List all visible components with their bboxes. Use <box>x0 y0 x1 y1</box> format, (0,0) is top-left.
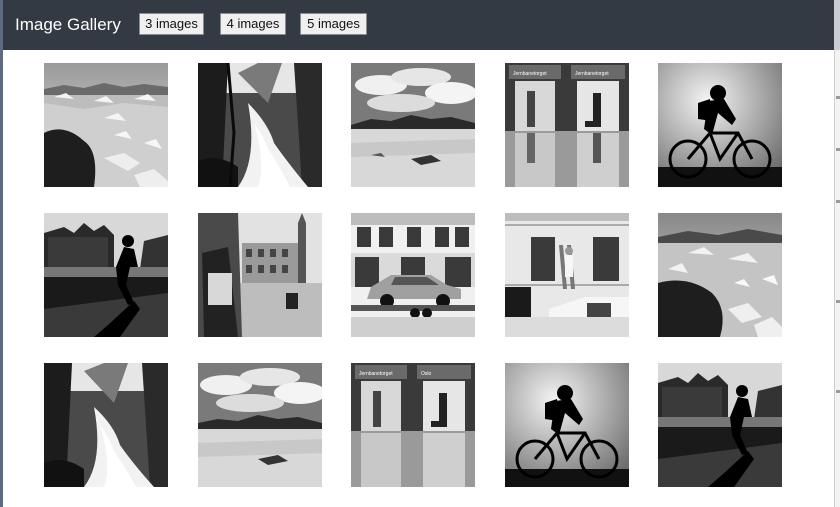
gallery-header: Image Gallery 3 images 4 images 5 images <box>3 0 834 50</box>
scroll-marker <box>836 390 840 393</box>
gallery-image-classic-car[interactable] <box>351 213 475 337</box>
scroll-marker <box>836 200 840 203</box>
gallery-image-old-town[interactable] <box>198 213 322 337</box>
gallery-image-runner[interactable] <box>44 213 168 337</box>
gallery-window: Image Gallery 3 images 4 images 5 images <box>3 0 834 507</box>
gallery-image-beach-clouds-2[interactable] <box>198 363 322 487</box>
gallery-image-frozen-lake[interactable] <box>44 63 168 187</box>
gallery-image-cyclist-2[interactable] <box>505 363 629 487</box>
gallery-image-forest-waterfall-2[interactable] <box>44 363 168 487</box>
gallery-image-runner-2[interactable] <box>658 363 782 487</box>
show-4-images-button[interactable]: 4 images <box>220 13 286 35</box>
gallery-image-beach-clouds[interactable] <box>351 63 475 187</box>
gallery-image-station-doors[interactable]: Jernbanetorget Jernbanetorget <box>505 63 629 187</box>
gallery-image-painter[interactable] <box>505 213 629 337</box>
scroll-marker <box>836 300 840 303</box>
station-sign-left-2: Jernbanetorget <box>359 371 393 377</box>
gallery-image-frozen-lake-2[interactable] <box>658 213 782 337</box>
scroll-marker <box>836 96 840 99</box>
gallery-title: Image Gallery <box>15 15 121 34</box>
scroll-marker <box>836 148 840 151</box>
gallery-image-station-doors-2[interactable]: Jernbanetorget Oslo <box>351 363 475 487</box>
station-sign-right-2: Oslo <box>421 371 432 377</box>
gallery-image-cyclist[interactable] <box>658 63 782 187</box>
show-5-images-button[interactable]: 5 images <box>300 13 367 35</box>
window-edge-scrollbar[interactable] <box>834 50 840 507</box>
station-sign-right: Jernbanetorget <box>575 71 609 77</box>
show-3-images-button[interactable]: 3 images <box>139 13 204 35</box>
gallery-image-forest-waterfall[interactable] <box>198 63 322 187</box>
station-sign-left: Jernbanetorget <box>513 71 547 77</box>
